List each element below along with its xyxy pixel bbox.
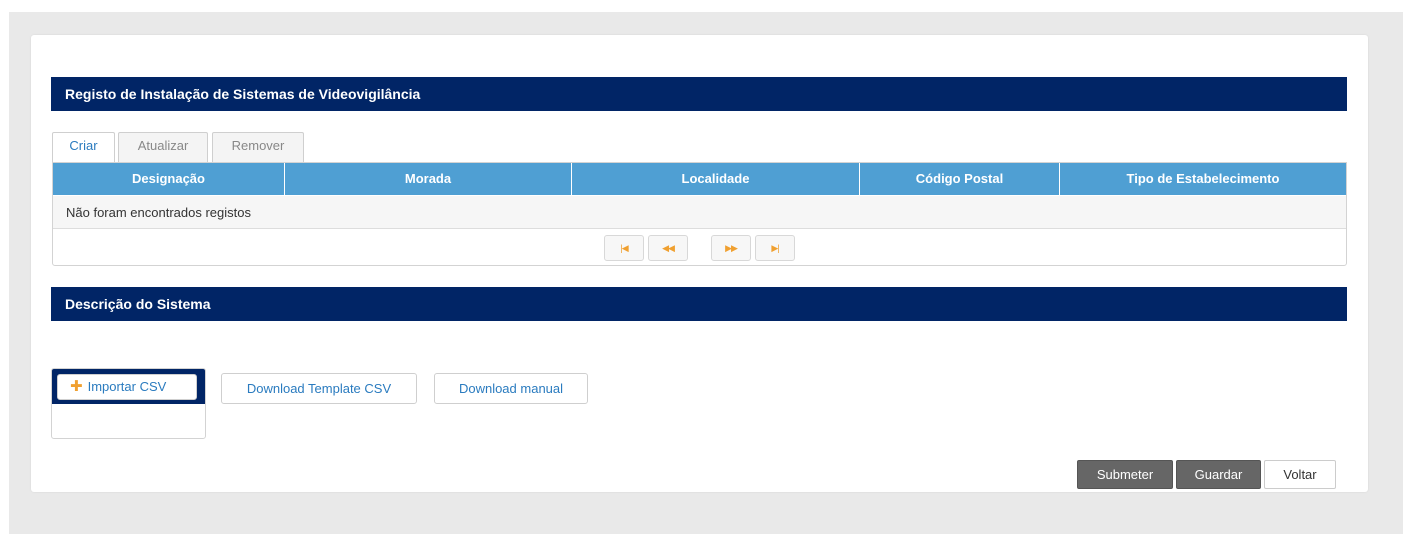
column-header-localidade[interactable]: Localidade — [572, 163, 860, 195]
first-page-button[interactable]: |◀ — [604, 235, 644, 261]
column-header-tipo-estabelecimento[interactable]: Tipo de Estabelecimento — [1060, 163, 1346, 195]
back-button[interactable]: Voltar — [1264, 460, 1336, 489]
plus-icon: ✚ — [70, 378, 83, 395]
save-button[interactable]: Guardar — [1176, 460, 1261, 489]
previous-page-button[interactable]: ◀◀ — [648, 235, 688, 261]
next-page-button[interactable]: ▶▶ — [711, 235, 751, 261]
column-header-designacao[interactable]: Designação — [53, 163, 285, 195]
column-header-morada[interactable]: Morada — [285, 163, 572, 195]
submit-button[interactable]: Submeter — [1077, 460, 1173, 489]
download-manual-button[interactable]: Download manual — [434, 373, 588, 404]
import-csv-button[interactable]: ✚ Importar CSV — [57, 374, 197, 400]
records-table: Designação Morada Localidade Código Post… — [52, 162, 1347, 266]
tab-remover[interactable]: Remover — [212, 132, 304, 162]
tab-atualizar[interactable]: Atualizar — [118, 132, 208, 162]
empty-table-message: Não foram encontrados registos — [53, 196, 1346, 229]
last-page-button[interactable]: ▶| — [755, 235, 795, 261]
csv-upload-panel: ✚ Importar CSV — [51, 368, 206, 439]
section-header-descricao: Descrição do Sistema — [51, 287, 1347, 321]
csv-upload-header: ✚ Importar CSV — [52, 369, 205, 404]
table-header-row: Designação Morada Localidade Código Post… — [53, 163, 1346, 195]
column-header-codigo-postal[interactable]: Código Postal — [860, 163, 1060, 195]
pagination: |◀ ◀◀ ▶▶ ▶| — [53, 230, 1346, 266]
import-csv-label: Importar CSV — [87, 379, 167, 394]
download-template-csv-button[interactable]: Download Template CSV — [221, 373, 417, 404]
tab-criar[interactable]: Criar — [52, 132, 115, 162]
section-header-registo: Registo de Instalação de Sistemas de Vid… — [51, 77, 1347, 111]
